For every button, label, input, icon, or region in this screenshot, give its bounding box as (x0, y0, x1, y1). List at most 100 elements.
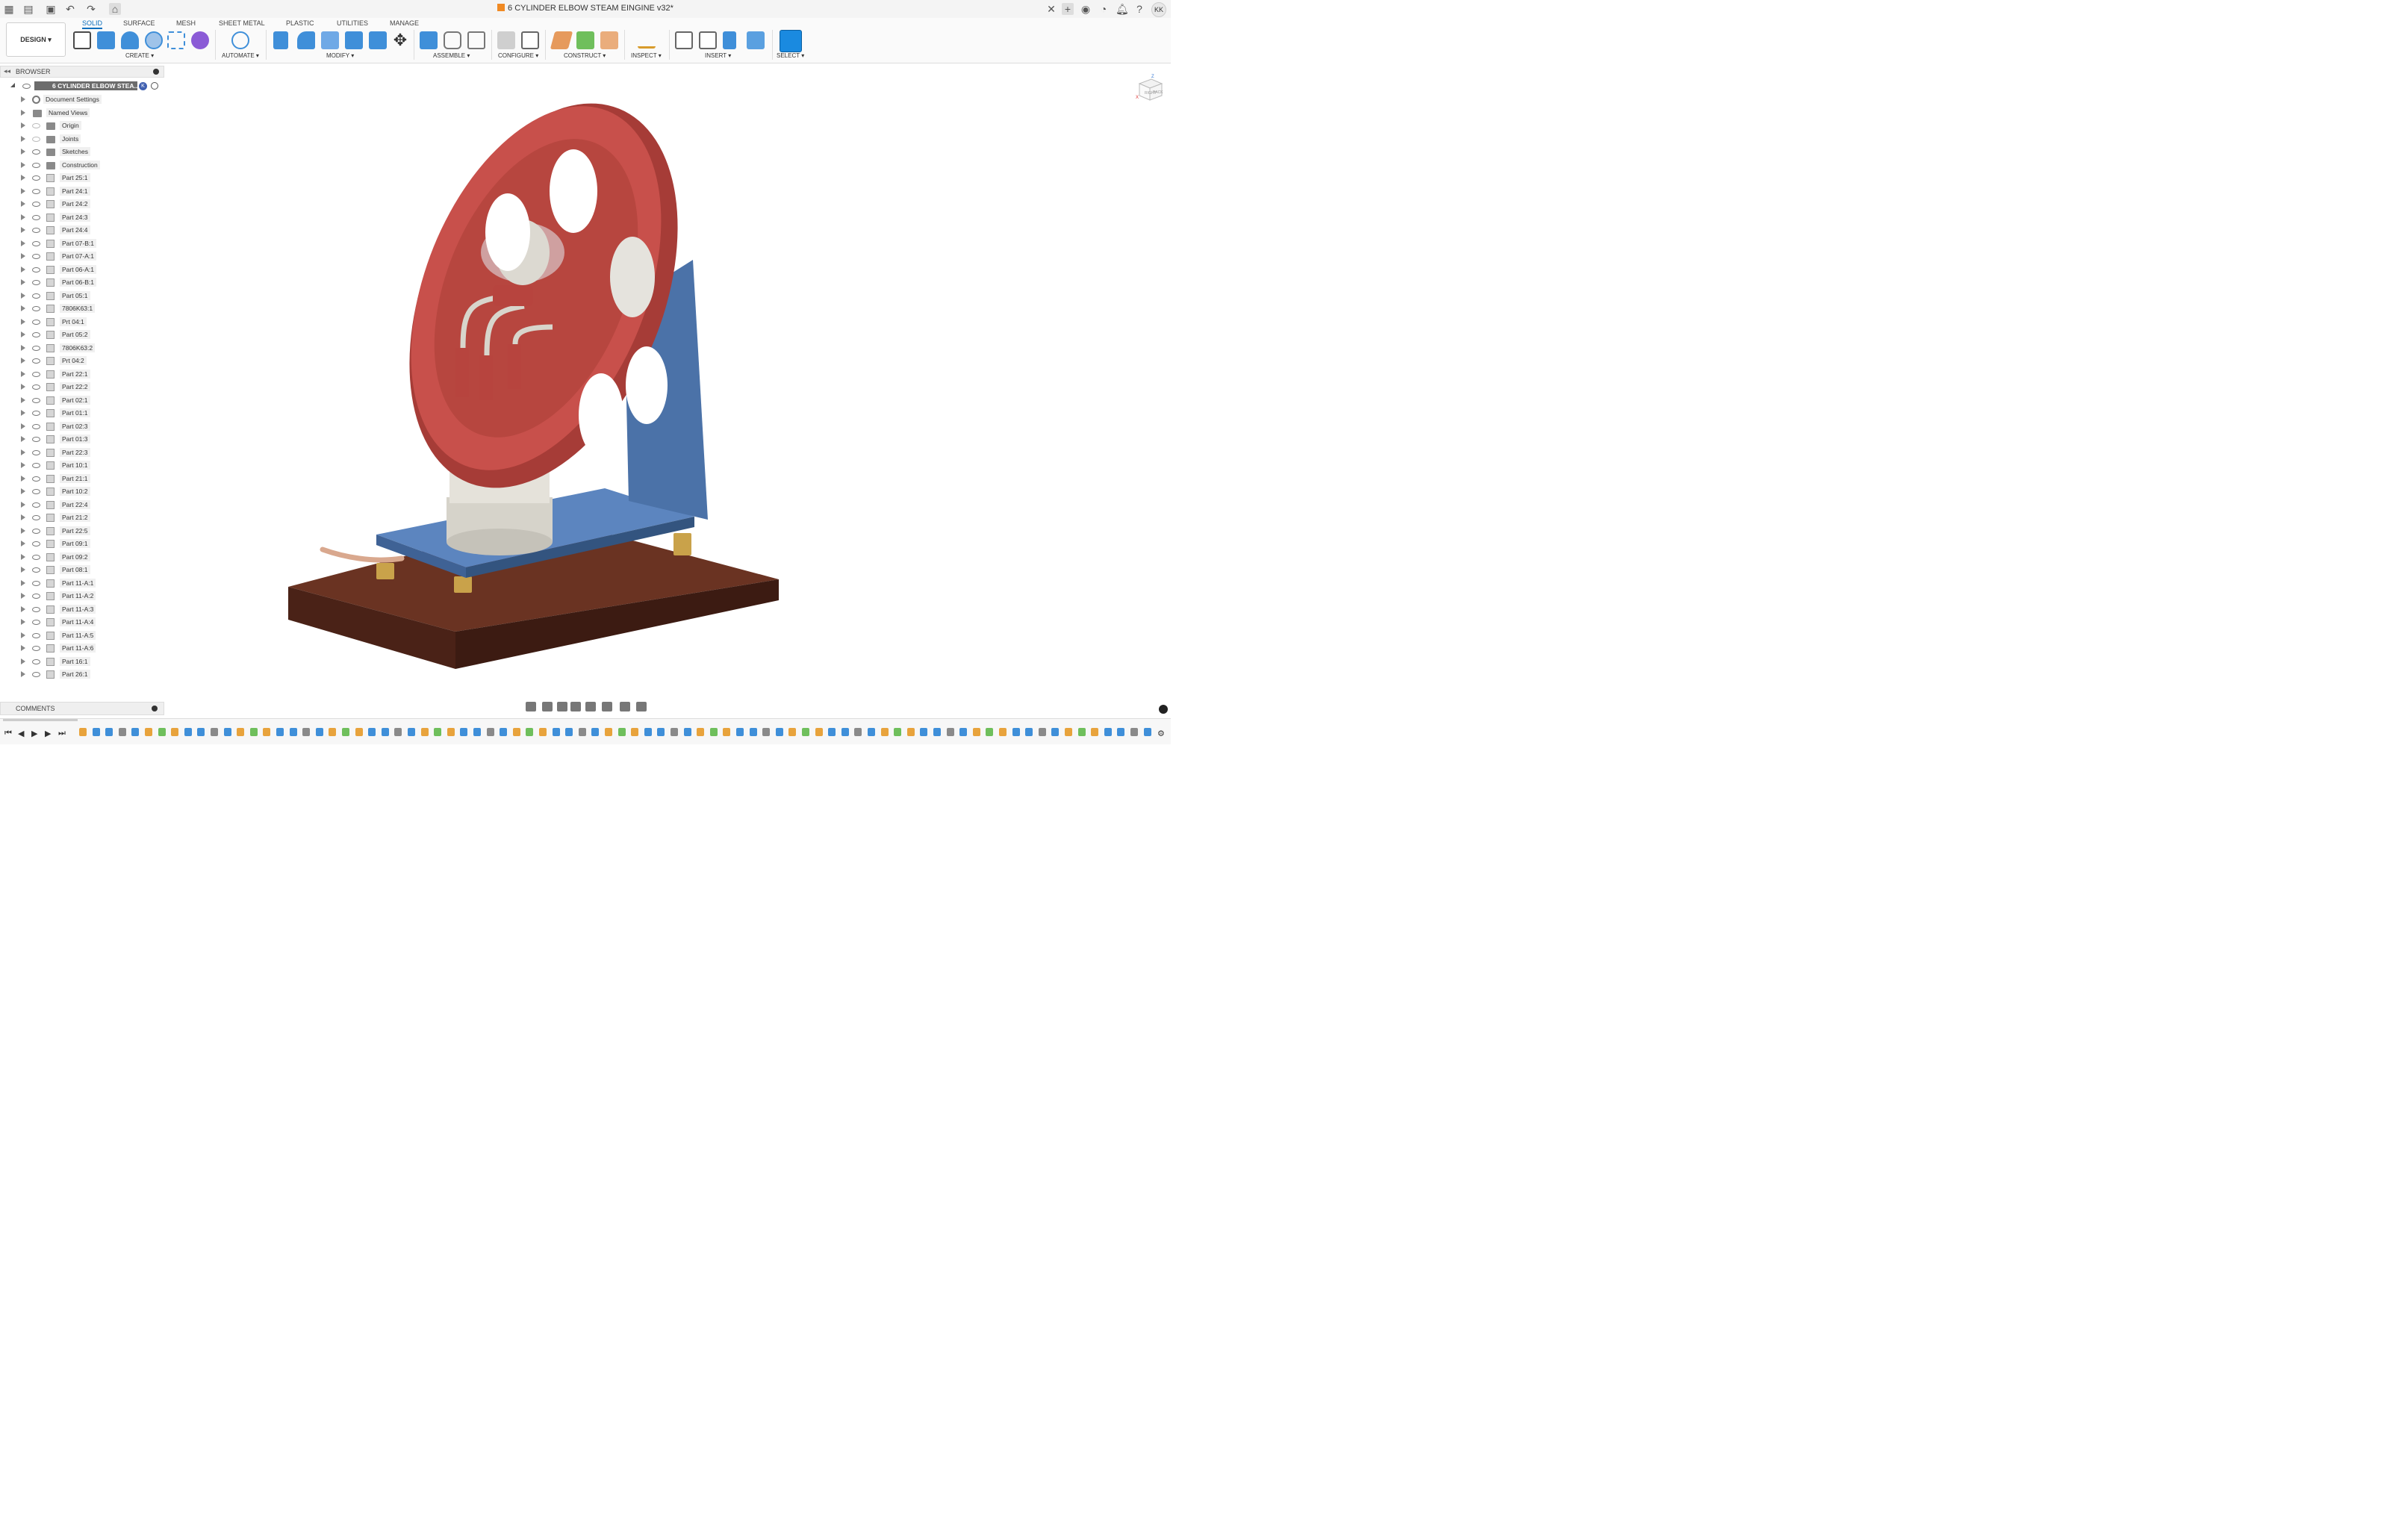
expand-icon[interactable] (21, 553, 25, 560)
timeline-play-icon[interactable]: ▶ (31, 729, 37, 738)
visibility-eye-icon[interactable] (32, 280, 40, 285)
visibility-eye-icon[interactable] (32, 345, 40, 351)
browser-item[interactable]: Part 21:2 (0, 512, 164, 524)
visibility-eye-icon[interactable] (32, 371, 40, 377)
browser-item[interactable]: Part 22:5 (0, 526, 164, 538)
expand-icon[interactable] (21, 187, 25, 194)
timeline-feature[interactable] (828, 728, 836, 736)
visibility-eye-icon[interactable] (32, 384, 40, 390)
viewports-icon[interactable] (636, 702, 647, 711)
browser-item[interactable]: Part 22:2 (0, 382, 164, 393)
joint-icon[interactable] (444, 31, 461, 49)
browser-item[interactable]: Part 22:1 (0, 369, 164, 381)
comments-panel[interactable]: COMMENTS (0, 702, 164, 715)
expand-icon[interactable] (21, 253, 25, 259)
timeline-feature[interactable] (79, 728, 87, 736)
browser-item[interactable]: Part 22:3 (0, 447, 164, 459)
visibility-eye-icon[interactable] (32, 502, 40, 508)
expand-icon[interactable] (21, 305, 25, 311)
form-icon[interactable] (191, 31, 209, 49)
expand-icon[interactable] (21, 96, 25, 102)
visibility-eye-icon[interactable] (32, 397, 40, 403)
timeline-feature[interactable] (486, 728, 494, 736)
select-icon[interactable] (780, 30, 802, 52)
expand-icon[interactable] (21, 266, 25, 273)
timeline-feature[interactable] (315, 728, 323, 736)
browser-item[interactable]: Document Settings (0, 94, 164, 106)
timeline-feature[interactable] (408, 728, 415, 736)
timeline-feature[interactable] (946, 728, 954, 736)
new-tab-icon[interactable]: + (1062, 3, 1074, 15)
timeline-feature[interactable] (933, 728, 941, 736)
browser-item[interactable]: Part 02:3 (0, 421, 164, 433)
timeline-feature[interactable] (762, 728, 771, 736)
timeline-feature[interactable] (92, 728, 100, 736)
extrude-icon[interactable] (97, 31, 115, 49)
hole-icon[interactable] (145, 31, 163, 49)
browser-header[interactable]: ◂◂ BROWSER (0, 66, 164, 78)
browser-item[interactable]: Part 11-A:6 (0, 643, 164, 655)
move-icon[interactable]: ✥ (391, 31, 409, 49)
workspace-design-button[interactable]: DESIGN ▾ (6, 22, 66, 57)
timeline-end-icon[interactable]: ⏭ (58, 729, 66, 738)
timeline-feature[interactable] (1130, 728, 1138, 736)
visibility-eye-icon[interactable] (32, 175, 40, 181)
timeline-feature[interactable] (1117, 728, 1125, 736)
browser-item[interactable]: Part 08:1 (0, 564, 164, 576)
expand-icon[interactable] (21, 514, 25, 520)
visibility-eye-icon[interactable] (32, 528, 40, 534)
visibility-eye-icon[interactable] (32, 515, 40, 520)
visibility-eye-icon[interactable] (32, 293, 40, 299)
tab-surface[interactable]: SURFACE (123, 19, 155, 28)
revolve-icon[interactable] (121, 31, 139, 49)
browser-root-component[interactable]: 6 CYLINDER ELBOW STEA... K (0, 81, 164, 93)
timeline-feature[interactable] (512, 728, 520, 736)
look-at-icon[interactable] (542, 702, 553, 711)
timeline-feature[interactable] (1038, 728, 1046, 736)
timeline-scrollbar[interactable] (3, 719, 78, 721)
visibility-eye-icon[interactable] (32, 646, 40, 651)
timeline-feature[interactable] (906, 728, 915, 736)
timeline-feature[interactable] (920, 728, 928, 736)
expand-icon[interactable] (21, 619, 25, 625)
visibility-eye-icon[interactable] (32, 672, 40, 677)
timeline-feature[interactable] (473, 728, 481, 736)
timeline-feature[interactable] (500, 728, 508, 736)
configuration-table-icon[interactable] (521, 31, 539, 49)
browser-item[interactable]: Part 10:2 (0, 486, 164, 498)
expand-icon[interactable] (21, 214, 25, 220)
browser-item[interactable]: Part 10:1 (0, 460, 164, 472)
configure-icon[interactable] (497, 31, 515, 49)
tab-manage[interactable]: MANAGE (390, 19, 419, 28)
browser-item[interactable]: Part 11-A:5 (0, 630, 164, 642)
timeline-feature[interactable] (1104, 728, 1112, 736)
timeline-feature[interactable] (276, 728, 284, 736)
select-menu[interactable]: SELECT ▾ (777, 52, 804, 59)
visibility-eye-icon[interactable] (32, 620, 40, 625)
timeline-feature[interactable] (854, 728, 862, 736)
timeline-settings-icon[interactable]: ⚙ (1157, 729, 1165, 738)
timeline-feature[interactable] (999, 728, 1007, 736)
visibility-eye-icon[interactable] (32, 202, 40, 207)
browser-item[interactable]: Prt 04:1 (0, 317, 164, 328)
expand-icon[interactable] (21, 331, 25, 337)
visibility-eye-icon[interactable] (32, 437, 40, 442)
expand-icon[interactable] (21, 227, 25, 233)
timeline-feature[interactable] (644, 728, 652, 736)
insert-mcmaster-icon[interactable] (723, 31, 736, 49)
visibility-eye-icon[interactable] (32, 594, 40, 599)
browser-item[interactable]: Part 11-A:2 (0, 591, 164, 602)
tab-plastic[interactable]: PLASTIC (286, 19, 314, 28)
visibility-eye-icon[interactable] (32, 554, 40, 560)
browser-item[interactable]: Part 01:1 (0, 408, 164, 420)
timeline-feature[interactable] (1077, 728, 1086, 736)
pan-icon[interactable] (557, 702, 567, 711)
expand-icon[interactable] (21, 318, 25, 325)
configure-menu[interactable]: CONFIGURE ▾ (498, 52, 538, 59)
visibility-eye-icon[interactable] (32, 254, 40, 259)
extensions-icon[interactable]: ◉ (1080, 3, 1092, 15)
expand-icon[interactable] (21, 632, 25, 638)
close-tab-icon[interactable]: ✕ (1045, 3, 1057, 15)
assemble-menu[interactable]: ASSEMBLE ▾ (433, 52, 470, 59)
browser-item[interactable]: 7806K63:1 (0, 303, 164, 315)
